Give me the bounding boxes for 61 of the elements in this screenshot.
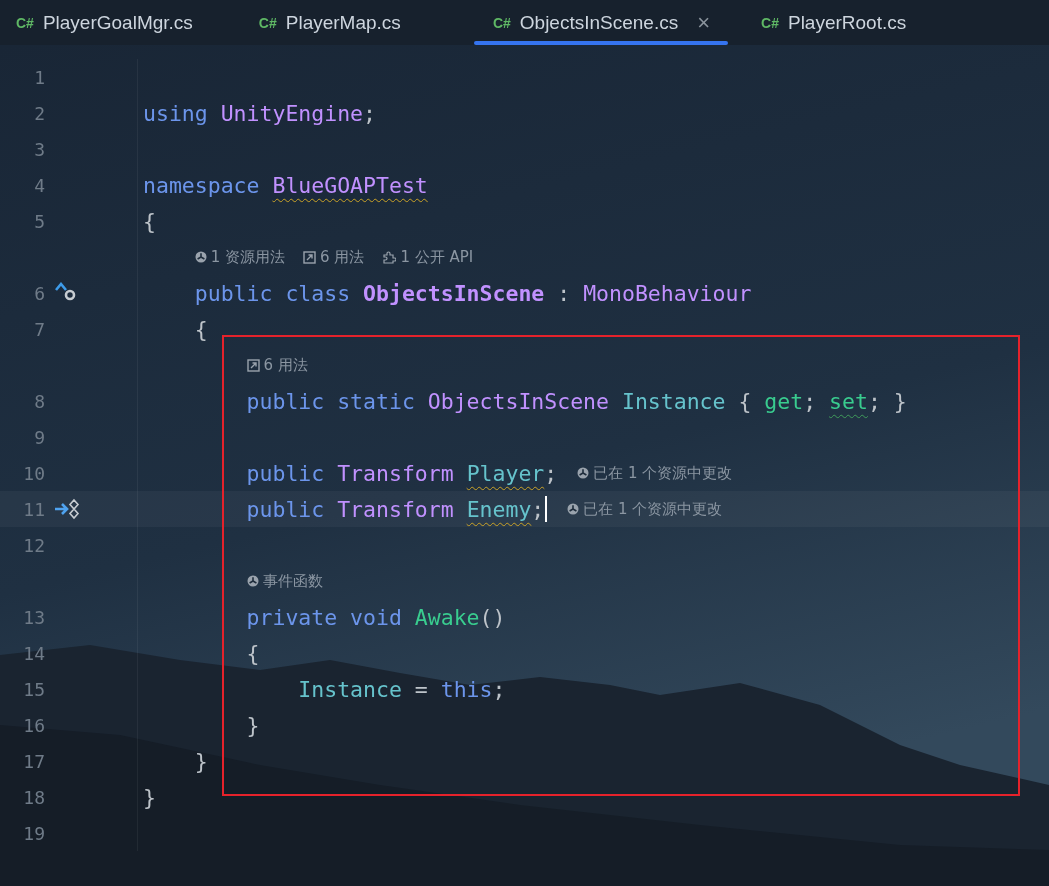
unity-icon (246, 575, 259, 587)
line-number: 4 (33, 174, 45, 196)
unity-icon (194, 251, 207, 263)
code-line: namespace BlueGOAPTest (143, 172, 428, 198)
code-line: private void Awake() (245, 604, 506, 630)
code-vision-hint[interactable]: 6 用法 (263, 355, 308, 375)
tab-label: PlayerMap.cs (285, 11, 401, 34)
line-number: 17 (22, 750, 45, 772)
code-line: Instance = this; (297, 676, 506, 702)
code-line: } (193, 748, 208, 774)
file-tab[interactable]: C# PlayerMap.cs (225, 0, 434, 45)
line-number: 18 (22, 786, 45, 808)
line-number: 1 (33, 66, 45, 88)
file-tab[interactable]: C# PlayerRoot.cs (728, 0, 940, 45)
line-number: 7 (33, 318, 45, 340)
line-number: 2 (33, 102, 45, 124)
code-line: } (143, 784, 156, 810)
csharp-file-icon: C# (492, 14, 511, 31)
line-number: 10 (22, 462, 45, 484)
line-number: 13 (22, 606, 45, 628)
code-line: { (245, 640, 260, 666)
tab-label: PlayerRoot.cs (787, 11, 907, 34)
code-vision-hint[interactable]: 1 资源用法 (210, 247, 286, 267)
code-line: public class ObjectsInScene : MonoBehaviour (193, 280, 752, 306)
tab-label: PlayerGoalMgr.cs (42, 11, 193, 34)
inlay-hint[interactable]: 已在 1 个资源中更改 (583, 499, 723, 519)
usages-icon (246, 358, 260, 372)
line-number: 12 (22, 534, 45, 556)
code-line: using UnityEngine; (143, 100, 376, 126)
csharp-file-icon: C# (16, 14, 34, 31)
line-number: 16 (22, 714, 45, 736)
line-number: 15 (22, 678, 45, 700)
close-button[interactable]: × (697, 9, 711, 36)
code-vision-hint[interactable]: 事件函数 (262, 571, 323, 591)
line-number: 14 (22, 642, 45, 664)
code-vision-hint[interactable]: 1 公开 API (400, 247, 474, 267)
code-line: } (245, 712, 260, 738)
code-line: { (193, 316, 208, 342)
line-number: 3 (33, 138, 45, 160)
unity-icon (567, 503, 580, 515)
puzzle-icon (382, 250, 397, 264)
inlay-hint[interactable]: 已在 1 个资源中更改 (593, 463, 733, 483)
csharp-file-icon: C# (761, 14, 779, 31)
usages-icon (303, 250, 317, 264)
line-number: 19 (22, 822, 45, 844)
line-number: 6 (33, 282, 45, 304)
line-number: 9 (33, 426, 45, 448)
file-tab[interactable]: C# PlayerGoalMgr.cs (0, 0, 226, 45)
arrow-diamond-icon[interactable] (54, 498, 80, 520)
line-number: 11 (22, 498, 45, 520)
file-tab[interactable]: C# ObjectsInScene.cs × (473, 0, 729, 45)
code-vision-hint[interactable]: 6 用法 (320, 247, 365, 267)
line-number: 8 (33, 390, 45, 412)
unity-icon (577, 467, 590, 479)
code-line: public Transform Player; (245, 460, 558, 486)
code-line: { (143, 208, 156, 234)
csharp-file-icon: C# (258, 14, 277, 31)
tab-label: ObjectsInScene.cs (519, 11, 679, 34)
code-line: public Transform Enemy; (245, 496, 545, 522)
line-number: 5 (33, 210, 45, 232)
code-line: public static ObjectsInScene Instance { get; set; } (245, 388, 907, 414)
